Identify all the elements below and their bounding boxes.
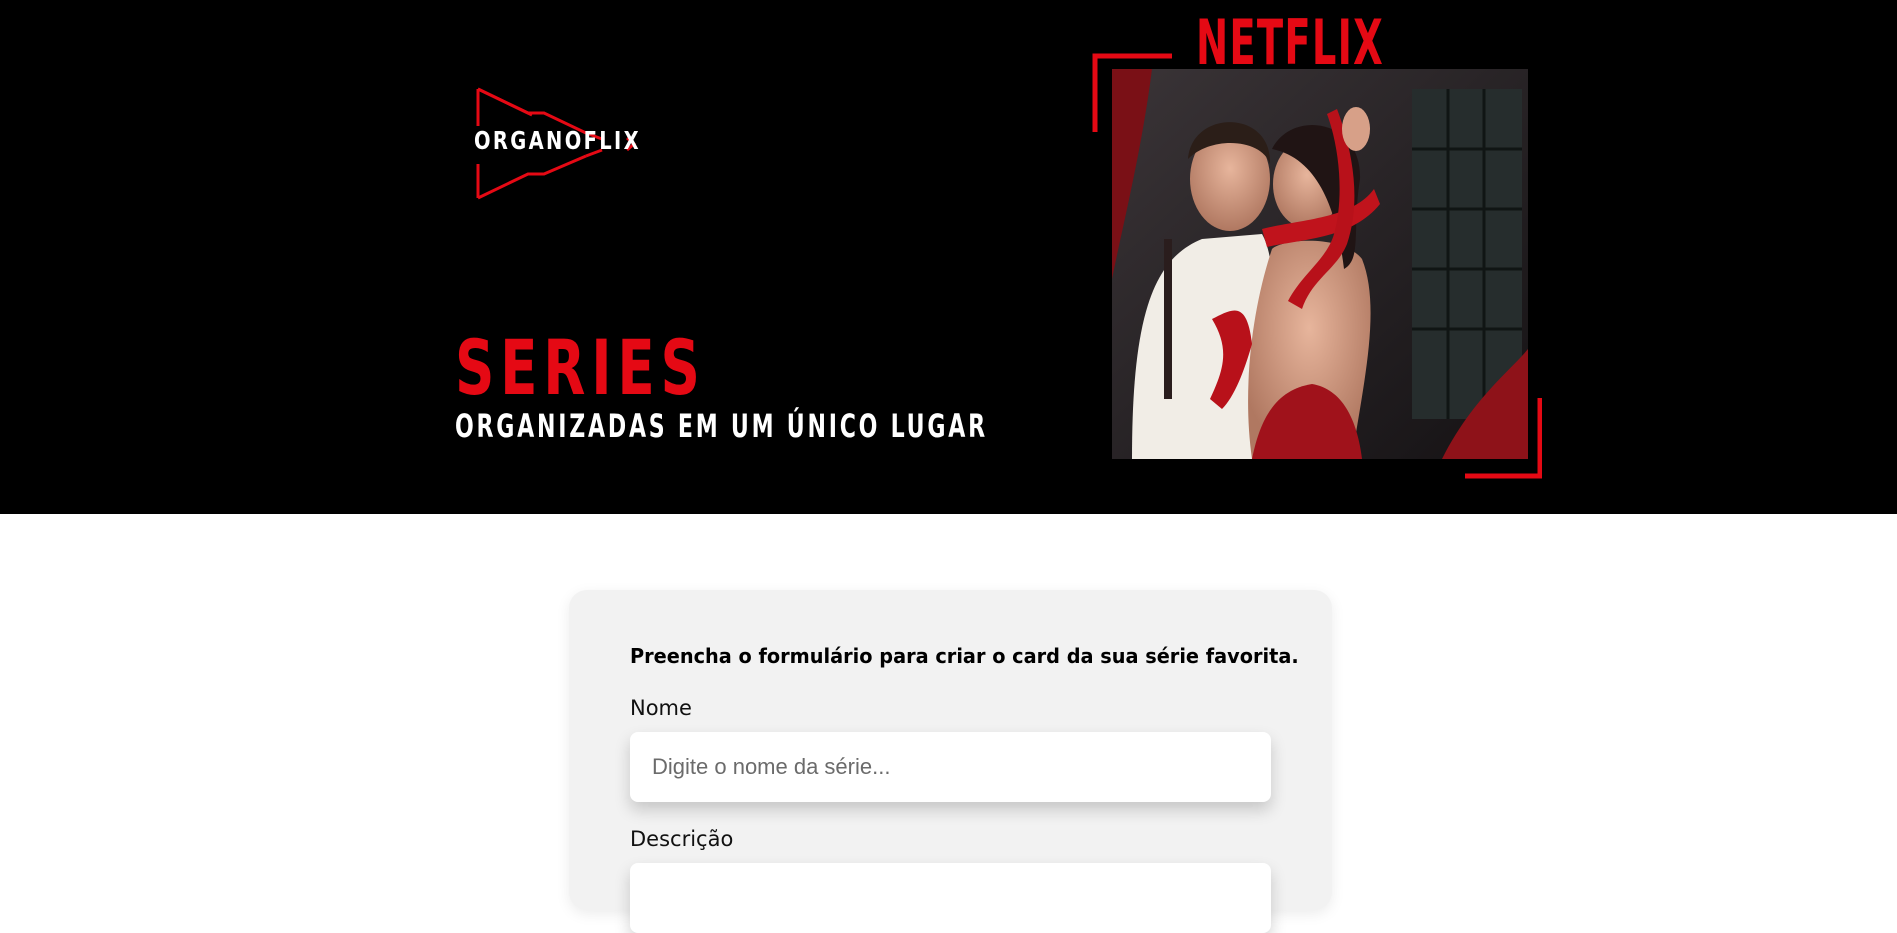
headline-title: SERIES: [455, 323, 706, 412]
organoflix-logo[interactable]: ORGANOFLIX: [474, 86, 644, 202]
name-label: Nome: [630, 696, 692, 720]
hero-banner: ORGANOFLIX SERIES ORGANIZADAS EM UM ÚNIC…: [0, 0, 1897, 514]
featured-poster: NETFLIX: [1092, 12, 1542, 482]
headline-subtitle: ORGANIZADAS EM UM ÚNICO LUGAR: [455, 407, 988, 445]
name-input[interactable]: [630, 732, 1271, 802]
series-poster-image: [1112, 69, 1528, 459]
description-label: Descrição: [630, 827, 734, 851]
series-form-card: Preencha o formulário para criar o card …: [569, 590, 1332, 933]
form-intro-text: Preencha o formulário para criar o card …: [630, 644, 1299, 668]
netflix-logo: NETFLIX: [1196, 6, 1385, 79]
logo-text: ORGANOFLIX: [474, 126, 642, 155]
